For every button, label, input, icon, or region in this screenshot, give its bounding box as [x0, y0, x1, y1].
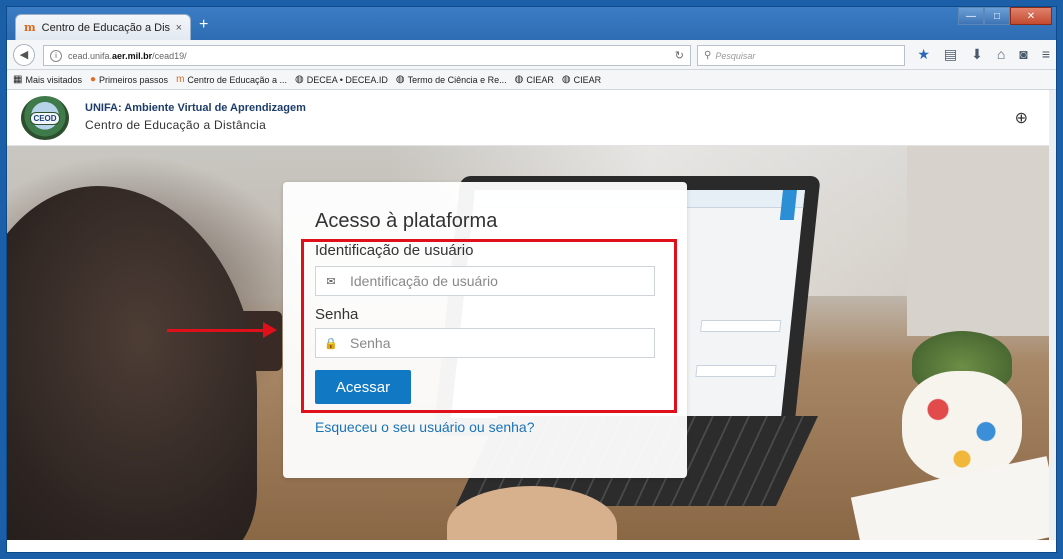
person-image [7, 186, 257, 540]
nav-bar: ◀ i cead.unifa.aer.mil.br/cead19/ ↻ ⚲ Pe… [7, 40, 1056, 70]
globe-icon: ◍ [395, 74, 405, 85]
home-icon[interactable]: ⌂ [997, 46, 1005, 63]
pocket-icon[interactable]: ◙ [1019, 46, 1027, 63]
firefox-icon: ● [89, 74, 97, 85]
bookmark-item[interactable]: ◍ DECEA • DECEA.ID [295, 74, 388, 85]
site-header: CEOD UNIFA: Ambiente Virtual de Aprendiz… [7, 90, 1056, 146]
bookmark-item[interactable]: ◍ CIEAR [562, 74, 601, 85]
close-tab-icon[interactable]: × [176, 22, 182, 34]
back-button[interactable]: ◀ [13, 43, 35, 66]
download-icon[interactable]: ⬇ [971, 46, 983, 63]
folder-icon: ▦ [13, 74, 23, 85]
tab-strip: m Centro de Educação a Dist... × + — □ ✕ [7, 7, 1056, 40]
bookmark-item[interactable]: m Centro de Educação a ... [176, 74, 287, 85]
window-controls: — □ ✕ [958, 7, 1052, 25]
close-window-button[interactable]: ✕ [1010, 7, 1052, 25]
forgot-password-link[interactable]: Esqueceu o seu usuário ou senha? [315, 419, 535, 435]
tab-title: Centro de Educação a Dist... [41, 21, 170, 34]
language-globe-icon[interactable]: ⊕ [1015, 108, 1028, 128]
page-bottom [7, 540, 1056, 552]
bookmark-item[interactable]: ▦ Mais visitados [13, 74, 82, 85]
scrollbar[interactable] [1049, 90, 1056, 540]
minimize-button[interactable]: — [958, 7, 984, 25]
maximize-button[interactable]: □ [984, 7, 1010, 25]
bookmark-item[interactable]: ◍ Termo de Ciência e Re... [396, 74, 507, 85]
moodle-icon: m [176, 74, 185, 85]
reload-icon[interactable]: ↻ [675, 49, 684, 62]
search-placeholder: Pesquisar [715, 50, 756, 61]
menu-icon[interactable]: ≡ [1042, 46, 1050, 63]
search-bar[interactable]: ⚲ Pesquisar [697, 45, 905, 66]
site-title: UNIFA: Ambiente Virtual de Aprendizagem [85, 102, 306, 114]
library-icon[interactable]: ▤ [944, 46, 957, 63]
toolbar-icons: ★ ▤ ⬇ ⌂ ◙ ≡ [917, 46, 1050, 63]
url-text: cead.unifa.aer.mil.br/cead19/ [68, 50, 187, 61]
url-bar[interactable]: i cead.unifa.aer.mil.br/cead19/ ↻ [43, 45, 691, 66]
bookmark-item[interactable]: ● Primeiros passos [90, 74, 168, 85]
background-wall [907, 146, 1056, 336]
annotation-arrow-line [167, 329, 267, 332]
browser-window: m Centro de Educação a Dist... × + — □ ✕… [6, 6, 1057, 553]
bookmark-star-icon[interactable]: ★ [917, 46, 930, 63]
annotation-arrow-head [263, 322, 277, 338]
site-subtitle: Centro de Educação a Distância [85, 118, 267, 132]
moodle-icon: m [24, 21, 36, 34]
globe-icon: ◍ [561, 74, 571, 85]
globe-icon: ◍ [294, 74, 304, 85]
search-icon: ⚲ [704, 50, 712, 61]
bookmark-item[interactable]: ◍ CIEAR [515, 74, 554, 85]
browser-tab[interactable]: m Centro de Educação a Dist... × [15, 14, 191, 40]
globe-icon: ◍ [514, 74, 524, 85]
info-icon[interactable]: i [50, 49, 62, 62]
site-logo[interactable]: CEOD [21, 96, 69, 140]
annotation-highlight-box [301, 239, 677, 413]
bookmarks-bar: ▦ Mais visitados ● Primeiros passos m Centr… [7, 70, 1056, 90]
login-title: Acesso à plataforma [315, 210, 498, 232]
new-tab-button[interactable]: + [199, 17, 208, 33]
hero-background: Acesso à plataforma Identificação de usu… [7, 146, 1056, 540]
